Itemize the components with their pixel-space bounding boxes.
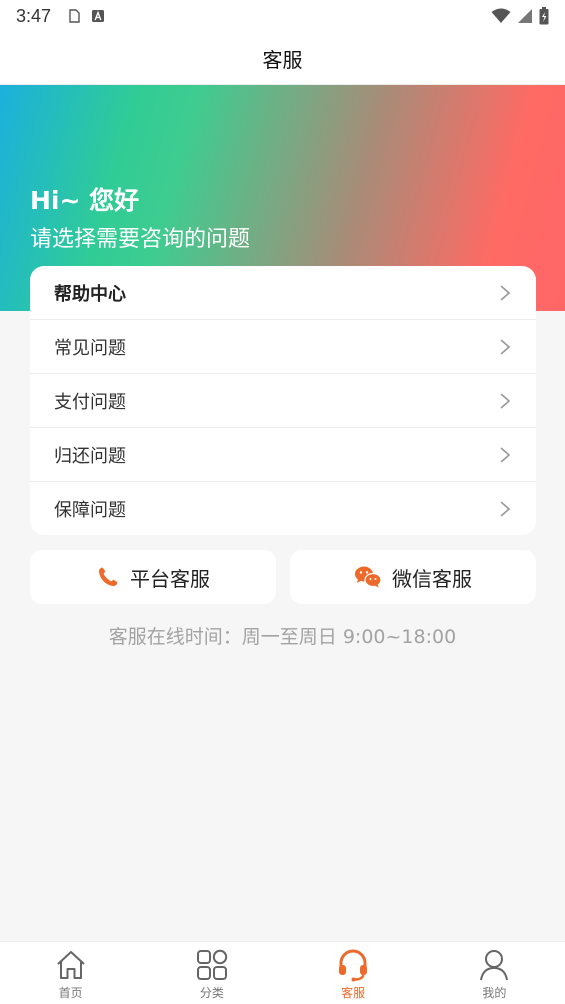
tab-home[interactable]: 首页	[0, 942, 141, 1004]
chevron-right-icon	[500, 392, 511, 409]
category-icon	[196, 949, 228, 980]
tab-label: 分类	[199, 986, 224, 1000]
chevron-right-icon	[500, 446, 511, 463]
tab-label: 我的	[482, 986, 507, 1000]
chevron-right-icon	[500, 501, 511, 517]
help-center-header[interactable]: 帮助中心	[30, 266, 536, 320]
tab-category[interactable]: 分类	[141, 942, 282, 1004]
signal-icon	[518, 9, 532, 23]
platform-service-button[interactable]: 平台客服	[30, 550, 276, 604]
battery-icon	[539, 7, 549, 25]
hero-greeting: Hi~ 您好	[30, 186, 140, 215]
help-item-guarantee[interactable]: 保障问题	[30, 482, 536, 535]
wechat-service-label: 微信客服	[392, 566, 472, 591]
help-item-return[interactable]: 归还问题	[30, 428, 536, 482]
tab-label: 首页	[58, 986, 83, 1000]
help-center-card: 帮助中心 常见问题 支付问题 归还问题 保障问题	[30, 266, 536, 535]
home-icon	[56, 951, 85, 979]
help-center-title: 帮助中心	[54, 283, 126, 305]
user-icon	[480, 950, 509, 981]
page-title: 客服	[262, 47, 303, 72]
tab-label: 客服	[341, 986, 366, 1000]
keyboard-a-icon	[92, 10, 105, 22]
help-item-label: 常见问题	[54, 337, 126, 359]
app-header: 客服	[0, 32, 565, 85]
service-hours-text: 客服在线时间：周一至周日 9:00~18:00	[108, 626, 457, 648]
help-item-common[interactable]: 常见问题	[30, 320, 536, 374]
help-item-label: 归还问题	[54, 445, 126, 467]
status-bar: 3:47	[0, 0, 565, 32]
wechat-service-button[interactable]: 微信客服	[290, 550, 536, 604]
bottom-tab-bar: 首页 分类 客服 我的	[0, 941, 565, 1004]
wechat-icon	[355, 566, 382, 588]
help-item-label: 支付问题	[54, 391, 126, 413]
platform-service-label: 平台客服	[130, 566, 210, 591]
tab-mine[interactable]: 我的	[424, 942, 565, 1004]
chevron-right-icon	[500, 284, 511, 301]
wifi-icon	[491, 8, 511, 23]
sim-card-icon	[69, 9, 80, 23]
status-time: 3:47	[16, 5, 52, 26]
phone-icon	[99, 567, 118, 586]
tab-service[interactable]: 客服	[283, 942, 424, 1004]
chevron-right-icon	[500, 338, 511, 355]
headset-icon	[339, 949, 368, 982]
help-item-payment[interactable]: 支付问题	[30, 374, 536, 428]
hero-subtitle: 请选择需要咨询的问题	[30, 227, 251, 252]
help-item-label: 保障问题	[54, 500, 126, 521]
